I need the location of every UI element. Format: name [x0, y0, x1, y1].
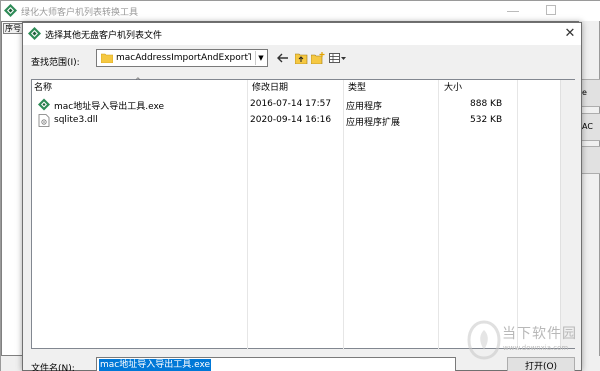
dll-file-icon: [38, 114, 50, 127]
view-menu-icon[interactable]: [328, 50, 348, 66]
back-arrow-icon[interactable]: [275, 50, 291, 66]
file-modified: 2016-07-14 17:57: [250, 99, 332, 109]
dialog-title: 选择其他无盘客户机列表文件: [45, 31, 163, 41]
background-side-button[interactable]: [579, 146, 600, 174]
watermark-logo: [467, 320, 501, 360]
close-icon[interactable]: ✕: [563, 27, 577, 41]
up-folder-icon[interactable]: [293, 50, 309, 66]
file-name-value: mac地址导入导出工具.exe: [99, 359, 212, 371]
column-header-size[interactable]: 大小: [442, 80, 517, 96]
column-header-modified[interactable]: 修改日期: [250, 80, 343, 96]
file-type: 应用程序: [346, 102, 383, 112]
app-icon: [28, 27, 41, 40]
background-side-button[interactable]: AC: [579, 113, 600, 141]
file-name-label: 文件名(N):: [31, 364, 75, 371]
dialog-titlebar: 选择其他无盘客户机列表文件 ✕: [23, 23, 581, 45]
open-file-dialog: 选择其他无盘客户机列表文件 ✕ 查找范围(I): macAddressImpor…: [22, 22, 582, 371]
open-button[interactable]: 打开(O): [507, 357, 575, 371]
look-in-dropdown[interactable]: macAddressImportAndExportToo ▼: [96, 49, 268, 67]
minimize-icon[interactable]: [507, 5, 519, 12]
vertical-scrollbar[interactable]: [560, 80, 575, 348]
look-in-value: macAddressImportAndExportToo: [116, 53, 251, 63]
file-row[interactable]: mac地址导入导出工具.exe 2016-07-14 17:57 应用程序 88…: [32, 97, 512, 113]
file-name-input[interactable]: mac地址导入导出工具.exe: [96, 357, 456, 371]
app-icon: [4, 4, 17, 17]
watermark-url: www.downxia.com: [503, 344, 569, 352]
file-name: sqlite3.dll: [54, 115, 98, 125]
file-modified: 2020-09-14 16:16: [250, 115, 332, 125]
file-row[interactable]: sqlite3.dll 2020-09-14 16:16 应用程序扩展 532 …: [32, 113, 512, 129]
chevron-down-icon[interactable]: ▼: [255, 51, 266, 65]
background-side-button[interactable]: e: [579, 79, 600, 107]
column-header-name[interactable]: 名称: [32, 80, 247, 96]
file-list: ^ 名称 修改日期 类型 大小 mac地址导入导出工具.exe 2016-07-…: [31, 77, 575, 350]
file-name: mac地址导入导出工具.exe: [54, 102, 165, 112]
column-divider: [517, 80, 518, 350]
new-folder-icon[interactable]: [310, 50, 326, 66]
column-header-type[interactable]: 类型: [346, 80, 438, 96]
app-exe-icon: [38, 98, 50, 111]
file-size: 532 KB: [470, 115, 503, 125]
file-type: 应用程序扩展: [346, 118, 401, 128]
folder-icon: [101, 53, 113, 63]
look-in-label: 查找范围(I):: [31, 58, 80, 68]
background-window-title: 绿化大师客户机列表转换工具: [21, 8, 139, 18]
file-size: 888 KB: [470, 99, 503, 109]
maximize-icon[interactable]: [546, 5, 556, 15]
background-titlebar: 绿化大师客户机列表转换工具: [1, 1, 600, 21]
watermark-brand: 当下软件园: [502, 326, 577, 342]
